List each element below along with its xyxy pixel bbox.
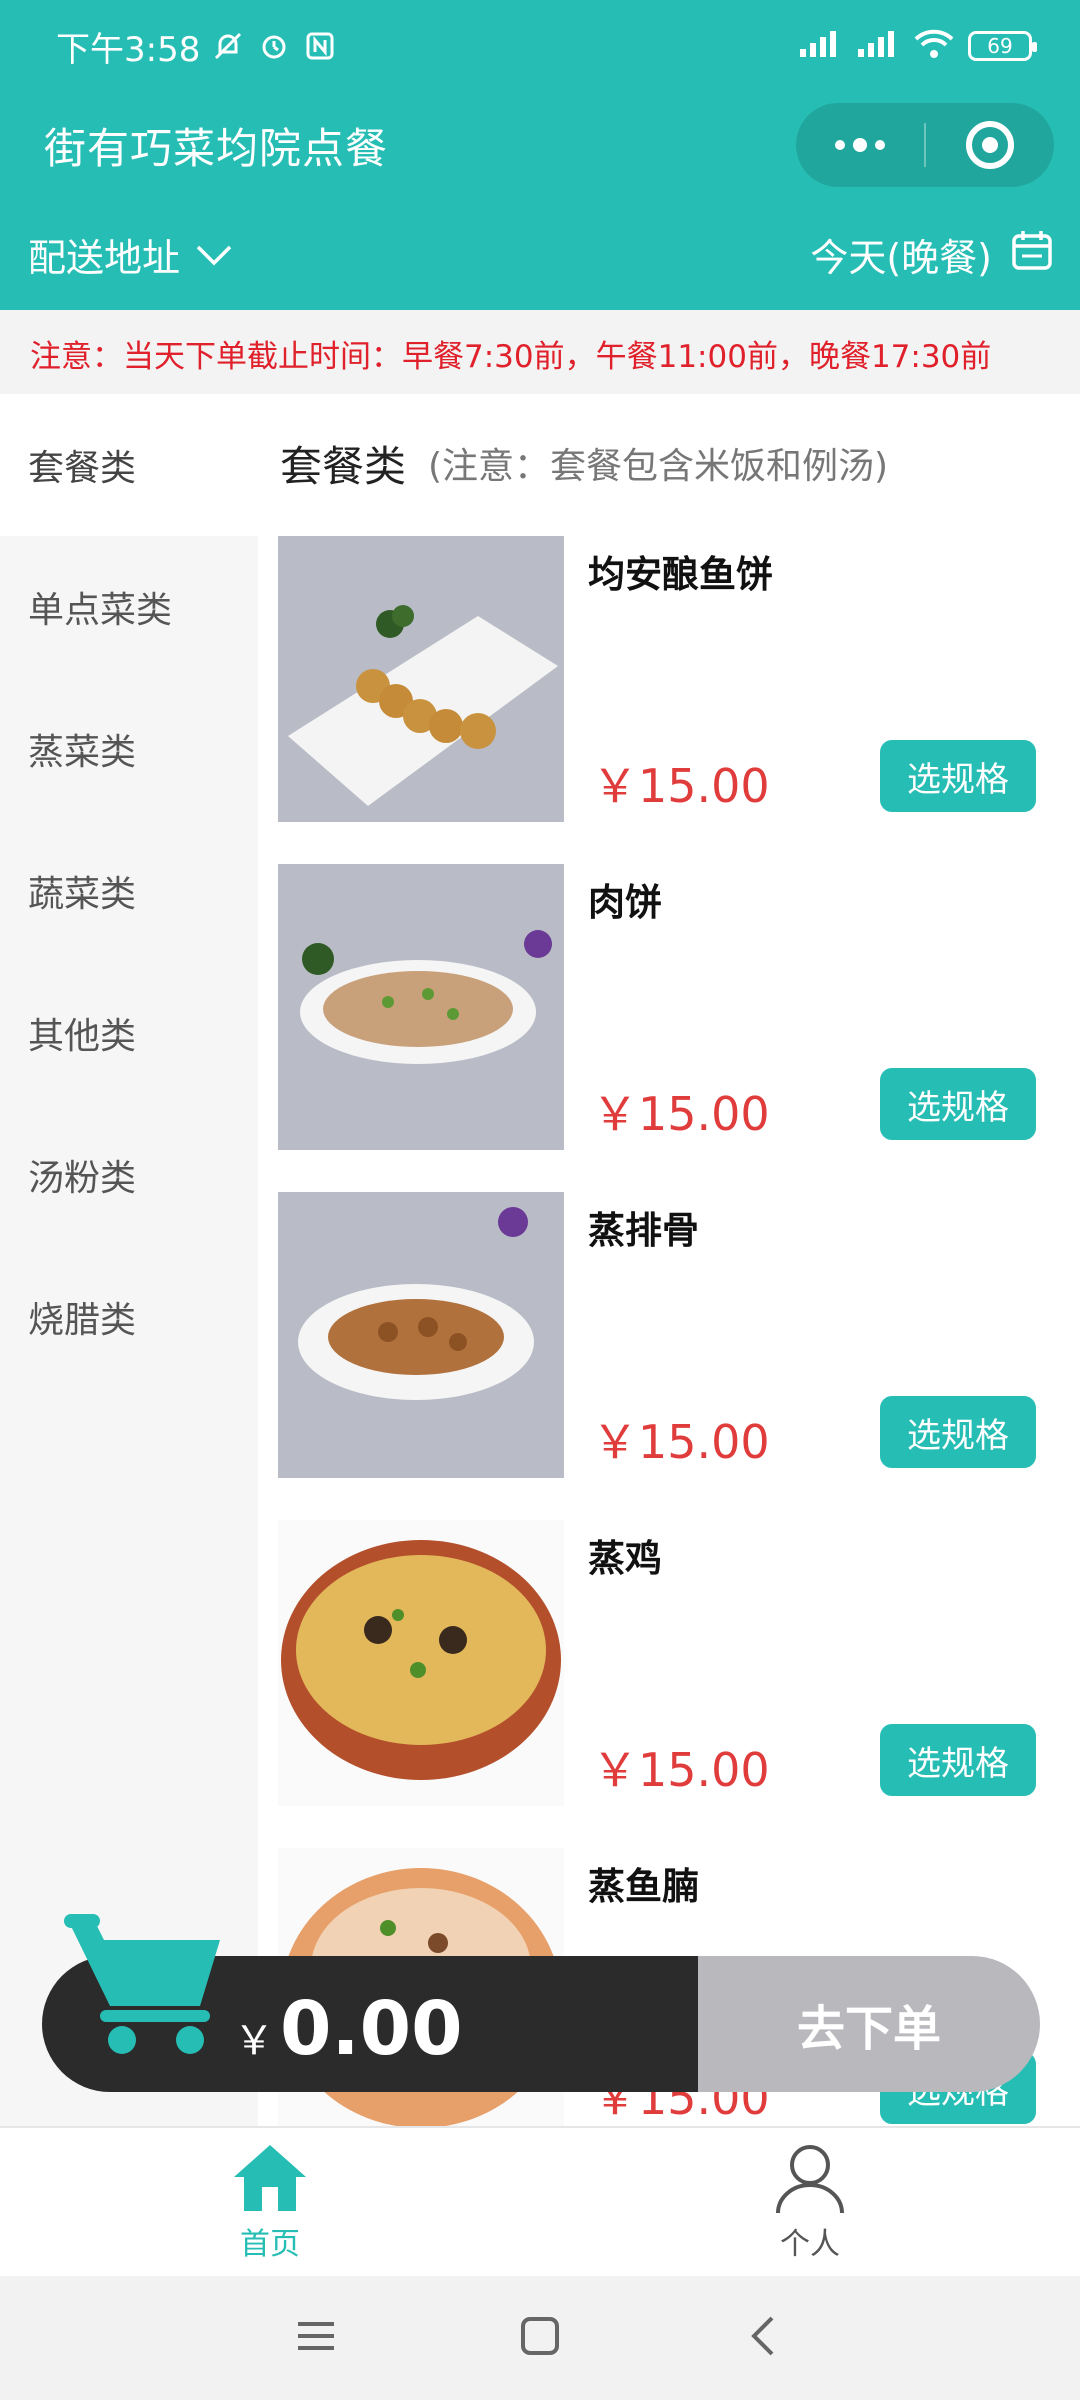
select-spec-button[interactable]: 选规格 bbox=[880, 1724, 1036, 1796]
list-item: 蒸排骨 ￥15.00 选规格 bbox=[258, 1188, 1080, 1516]
person-icon bbox=[776, 2145, 844, 2214]
category-note: (注意：套餐包含米饭和例汤) bbox=[428, 446, 889, 487]
wifi-icon bbox=[914, 29, 954, 64]
signal-icon bbox=[798, 29, 842, 64]
dish-name: 肉饼 bbox=[588, 881, 662, 924]
sidebar-item-label: 其他类 bbox=[28, 1016, 137, 1057]
tab-profile-label: 个人 bbox=[780, 2227, 840, 2262]
dish-photo bbox=[278, 864, 564, 1150]
mute-bell-icon bbox=[210, 28, 246, 64]
mini-program-capsule bbox=[796, 103, 1054, 187]
sidebar-item-label: 蒸菜类 bbox=[28, 732, 137, 773]
dish-photo bbox=[278, 1192, 564, 1478]
dish-name: 蒸鱼腩 bbox=[588, 1865, 699, 1908]
category-sidebar: 套餐类 单点菜类 蒸菜类 蔬菜类 其他类 汤粉类 烧腊类 bbox=[0, 394, 258, 2126]
dish-name: 均安酿鱼饼 bbox=[588, 553, 773, 596]
sidebar-item-label: 套餐类 bbox=[28, 448, 137, 489]
alarm-icon bbox=[256, 28, 292, 64]
dish-price: ￥15.00 bbox=[592, 1087, 770, 1141]
dish-list: 套餐类 (注意：套餐包含米饭和例汤) 均安酿鱼饼 ￥15.00 选规格 肉饼 ￥… bbox=[258, 394, 1080, 2126]
title-bar: 街有巧菜均院点餐 bbox=[0, 92, 1080, 198]
calendar-icon bbox=[1010, 228, 1054, 281]
select-spec-button[interactable]: 选规格 bbox=[880, 740, 1036, 812]
list-item: 均安酿鱼饼 ￥15.00 选规格 bbox=[258, 532, 1080, 860]
sidebar-item-soup-noodles[interactable]: 汤粉类 bbox=[0, 1104, 258, 1246]
sidebar-item-label: 烧腊类 bbox=[28, 1300, 137, 1341]
bottom-tab-bar: 首页 个人 bbox=[0, 2126, 1080, 2276]
sidebar-item-label: 单点菜类 bbox=[28, 590, 173, 631]
sidebar-item-single-dishes[interactable]: 单点菜类 bbox=[0, 536, 258, 678]
cart-total-amount: 0.00 bbox=[280, 1986, 463, 2072]
order-deadline-notice: 注意：当天下单截止时间：早餐7:30前，午餐11:00前，晚餐17:30前 bbox=[0, 310, 1080, 396]
signal-icon bbox=[856, 29, 900, 64]
sidebar-item-label: 汤粉类 bbox=[28, 1158, 137, 1199]
sidebar-item-set-meals[interactable]: 套餐类 bbox=[0, 394, 258, 536]
select-spec-button[interactable]: 选规格 bbox=[880, 1068, 1036, 1140]
category-title: 套餐类 bbox=[280, 441, 407, 491]
battery-icon: 69 bbox=[968, 31, 1037, 61]
dish-price: ￥15.00 bbox=[592, 759, 770, 813]
select-spec-button[interactable]: 选规格 bbox=[880, 1396, 1036, 1468]
shopping-cart-icon[interactable] bbox=[60, 1910, 230, 2060]
status-time: 下午3:58 bbox=[56, 29, 201, 70]
status-bar: 下午3:58 69 bbox=[0, 0, 1080, 92]
home-square-icon[interactable] bbox=[518, 2314, 562, 2362]
dish-name: 蒸排骨 bbox=[588, 1209, 699, 1252]
cart-total: ￥ 0.00 bbox=[234, 1986, 463, 2072]
list-item: 肉饼 ￥15.00 选规格 bbox=[258, 860, 1080, 1188]
more-dots-icon bbox=[835, 140, 845, 150]
back-icon[interactable] bbox=[742, 2314, 786, 2362]
sidebar-item-others[interactable]: 其他类 bbox=[0, 962, 258, 1104]
system-nav-bar bbox=[0, 2276, 1080, 2400]
meal-time-label: 今天(晚餐) bbox=[810, 235, 992, 280]
category-header: 套餐类 (注意：套餐包含米饭和例汤) bbox=[258, 394, 1080, 532]
list-item: 蒸鸡 ￥15.00 选规格 bbox=[258, 1516, 1080, 1844]
menu-icon[interactable] bbox=[294, 2316, 338, 2360]
address-selector[interactable]: 配送地址 bbox=[28, 227, 234, 282]
tab-home-label: 首页 bbox=[240, 2227, 300, 2262]
chevron-down-icon bbox=[194, 232, 234, 276]
close-mini-program-button[interactable] bbox=[926, 121, 1054, 169]
battery-level: 69 bbox=[987, 34, 1013, 58]
sidebar-item-vegetables[interactable]: 蔬菜类 bbox=[0, 820, 258, 962]
checkout-button[interactable]: 去下单 bbox=[698, 1956, 1040, 2092]
sidebar-item-label: 蔬菜类 bbox=[28, 874, 137, 915]
dish-price: ￥15.00 bbox=[592, 1415, 770, 1469]
home-icon bbox=[234, 2145, 306, 2211]
sidebar-item-roast-meats[interactable]: 烧腊类 bbox=[0, 1246, 258, 1388]
page-title: 街有巧菜均院点餐 bbox=[44, 123, 389, 173]
address-label: 配送地址 bbox=[28, 235, 181, 280]
dish-photo bbox=[278, 536, 564, 822]
currency-symbol: ￥ bbox=[234, 2018, 274, 2064]
meal-time-selector[interactable]: 今天(晚餐) bbox=[810, 227, 1054, 282]
dish-photo bbox=[278, 1520, 564, 1806]
sidebar-item-steamed[interactable]: 蒸菜类 bbox=[0, 678, 258, 820]
tab-profile[interactable]: 个人 bbox=[540, 2128, 1080, 2276]
tab-home[interactable]: 首页 bbox=[0, 2128, 540, 2276]
more-options-button[interactable] bbox=[796, 138, 924, 152]
nfc-icon bbox=[302, 28, 338, 64]
target-icon bbox=[966, 121, 1014, 169]
dish-name: 蒸鸡 bbox=[588, 1537, 662, 1580]
address-row: 配送地址 今天(晚餐) bbox=[0, 198, 1080, 310]
dish-price: ￥15.00 bbox=[592, 1743, 770, 1797]
